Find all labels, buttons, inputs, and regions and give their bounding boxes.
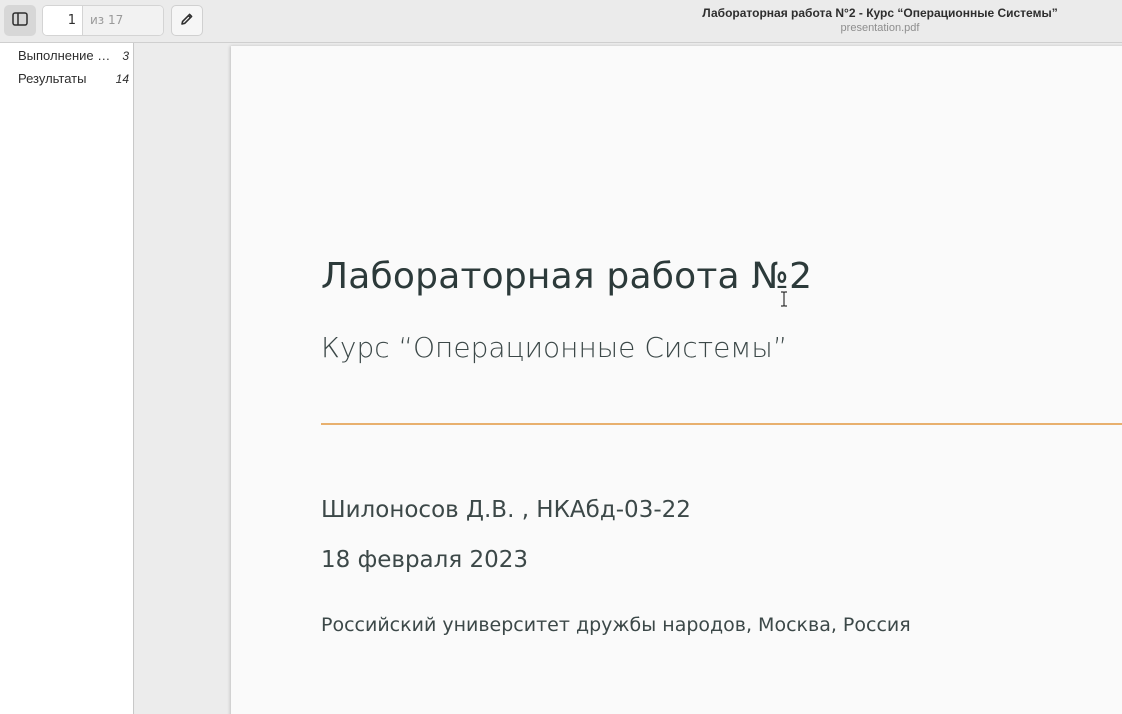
outline-item-execution[interactable]: Выполнение лабораторной работы 3 [0, 44, 133, 67]
page-number-input[interactable] [43, 6, 83, 35]
header-bar: из 17 Лабораторная работа N°2 - Курс “Оп… [0, 0, 1122, 43]
outline-item-page: 3 [122, 48, 129, 63]
outline-item-label: Выполнение лабораторной работы [18, 48, 116, 63]
text-cursor-icon [780, 291, 788, 311]
page-navigation: из 17 [42, 5, 164, 36]
slide-institution: Российский университет дружбы народов, М… [321, 614, 911, 636]
outline-item-label: Результаты [18, 71, 87, 86]
document-view[interactable]: Лабораторная работа №2 Курс “Операционны… [135, 43, 1122, 714]
slide-title: Лабораторная работа №2 [321, 256, 813, 297]
outline-sidebar: Выполнение лабораторной работы 3 Результ… [0, 43, 134, 714]
outline-item-results[interactable]: Результаты 14 [0, 67, 133, 90]
slide-divider [321, 423, 1122, 425]
document-filename: presentation.pdf [840, 22, 920, 34]
pdf-viewer-window: из 17 Лабораторная работа N°2 - Курс “Оп… [0, 0, 1122, 714]
slide-author: Шилоносов Д.В. , НКАбд-03-22 [321, 497, 691, 523]
outline-item-page: 14 [115, 71, 129, 86]
sidebar-toggle-icon [12, 11, 28, 30]
slide-date: 18 февраля 2023 [321, 547, 529, 573]
pdf-page[interactable]: Лабораторная работа №2 Курс “Операционны… [231, 46, 1122, 714]
document-title: Лабораторная работа N°2 - Курс “Операцио… [702, 6, 1058, 20]
sidebar-toggle-button[interactable] [4, 5, 36, 36]
pencil-icon [180, 11, 194, 30]
slide-subtitle: Курс “Операционные Системы” [321, 331, 788, 364]
window-title-block: Лабораторная работа N°2 - Курс “Операцио… [640, 6, 1120, 35]
page-total-label: из 17 [83, 6, 163, 35]
annotate-button[interactable] [171, 5, 203, 36]
